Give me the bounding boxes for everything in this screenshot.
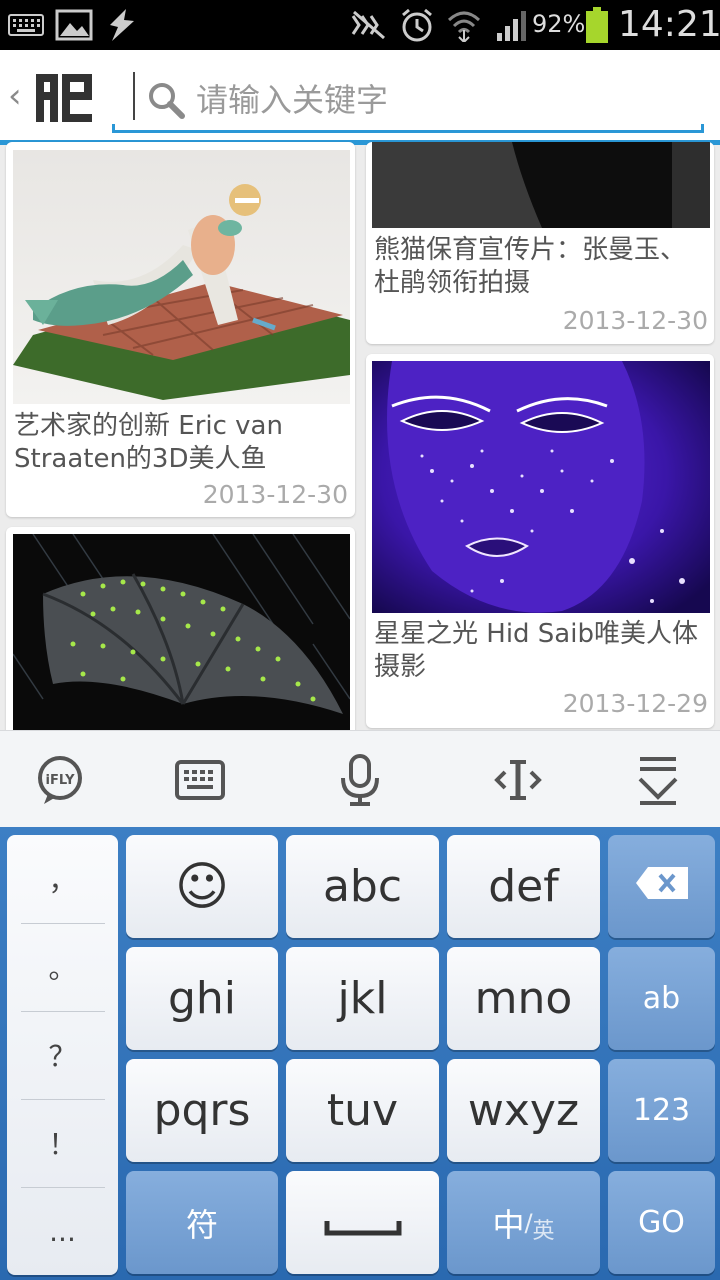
language-switch-key[interactable]: 中 / 英	[447, 1171, 600, 1274]
signal-icon	[494, 0, 530, 50]
search-underline	[112, 124, 704, 133]
backspace-icon	[634, 865, 690, 909]
usb-debug-icon	[104, 0, 140, 50]
article-title: 艺术家的创新 Eric van Straaten的3D美人鱼	[14, 411, 283, 474]
wifi-icon	[444, 0, 484, 50]
article-image	[13, 150, 350, 404]
key-ghi[interactable]: ghi	[126, 947, 278, 1050]
image-icon	[52, 0, 96, 50]
symbol-key[interactable]: 符	[126, 1171, 278, 1274]
go-key[interactable]: GO	[608, 1171, 715, 1274]
backspace-key[interactable]	[608, 835, 715, 938]
keyboard-icon[interactable]	[150, 731, 250, 828]
punct-key[interactable]: ？	[7, 1011, 118, 1099]
space-icon	[324, 1197, 402, 1248]
emoji-key[interactable]: ☺	[126, 835, 278, 938]
screen: 92% 14:21 ‹ 请输入关键字 艺术家的创新 Eric van Straa…	[0, 0, 720, 1280]
lang-main-label: 中	[492, 1205, 525, 1244]
key-def[interactable]: def	[447, 835, 600, 938]
ifly-logo-icon[interactable]: iFLY	[10, 731, 110, 828]
article-image	[372, 142, 710, 228]
punct-key[interactable]: 。	[7, 923, 118, 1011]
status-bar: 92% 14:21	[0, 0, 720, 50]
app-header: ‹	[0, 50, 720, 142]
article-date: 2013-12-30	[202, 480, 348, 509]
battery-percent: 92%	[532, 10, 586, 38]
search-input[interactable]	[196, 78, 696, 122]
punct-key[interactable]: ，	[7, 835, 118, 923]
keyboard-toolbar: iFLY	[0, 730, 720, 827]
article-image	[13, 534, 350, 734]
key-pqrs[interactable]: pqrs	[126, 1059, 278, 1162]
mute-icon	[348, 0, 390, 50]
article-card[interactable]: 星星之光 Hid Saib唯美人体摄影 2013-12-29	[366, 354, 714, 728]
back-icon[interactable]: ‹	[8, 76, 22, 116]
cursor-move-icon[interactable]	[468, 731, 568, 828]
key-mno[interactable]: mno	[447, 947, 600, 1050]
article-title: 星星之光 Hid Saib唯美人体摄影	[374, 619, 698, 682]
alarm-icon	[397, 0, 437, 50]
article-card[interactable]: 熊猫保育宣传片：张曼玉、杜鹃领衔拍摄 2013-12-30	[366, 142, 714, 344]
keyboard-icon	[6, 0, 46, 50]
article-image	[372, 361, 710, 613]
article-date: 2013-12-29	[562, 689, 708, 718]
key-abc[interactable]: abc	[286, 835, 439, 938]
space-key[interactable]	[286, 1171, 439, 1274]
article-title: 熊猫保育宣传片：张曼玉、杜鹃领衔拍摄	[374, 235, 687, 298]
lang-alt-label: 英	[532, 1218, 555, 1244]
punctuation-column: ， 。 ？ ！ ...	[7, 835, 118, 1275]
number-mode-key[interactable]: 123	[608, 1059, 715, 1162]
key-tuv[interactable]: tuv	[286, 1059, 439, 1162]
clock: 14:21	[618, 4, 720, 45]
ifly-label: iFLY	[45, 773, 75, 788]
key-wxyz[interactable]: wxyz	[447, 1059, 600, 1162]
punct-key[interactable]: ...	[7, 1187, 118, 1275]
hide-keyboard-icon[interactable]	[608, 731, 708, 828]
header-divider	[133, 72, 135, 120]
lang-separator: /	[524, 1208, 533, 1237]
article-card[interactable]: 艺术家的创新 Eric van Straaten的3D美人鱼 2013-12-3…	[6, 142, 355, 517]
app-logo[interactable]	[34, 72, 94, 124]
soft-keyboard: ， 。 ？ ！ ... ☺ abc def ghi jkl mno ab pqr…	[0, 827, 720, 1280]
punct-key[interactable]: ！	[7, 1099, 118, 1187]
article-card[interactable]	[6, 527, 355, 747]
battery-icon	[584, 0, 610, 50]
microphone-icon[interactable]	[310, 731, 410, 828]
key-jkl[interactable]: jkl	[286, 947, 439, 1050]
article-date: 2013-12-30	[562, 306, 708, 335]
alpha-mode-key[interactable]: ab	[608, 947, 715, 1050]
search-icon	[146, 80, 186, 120]
